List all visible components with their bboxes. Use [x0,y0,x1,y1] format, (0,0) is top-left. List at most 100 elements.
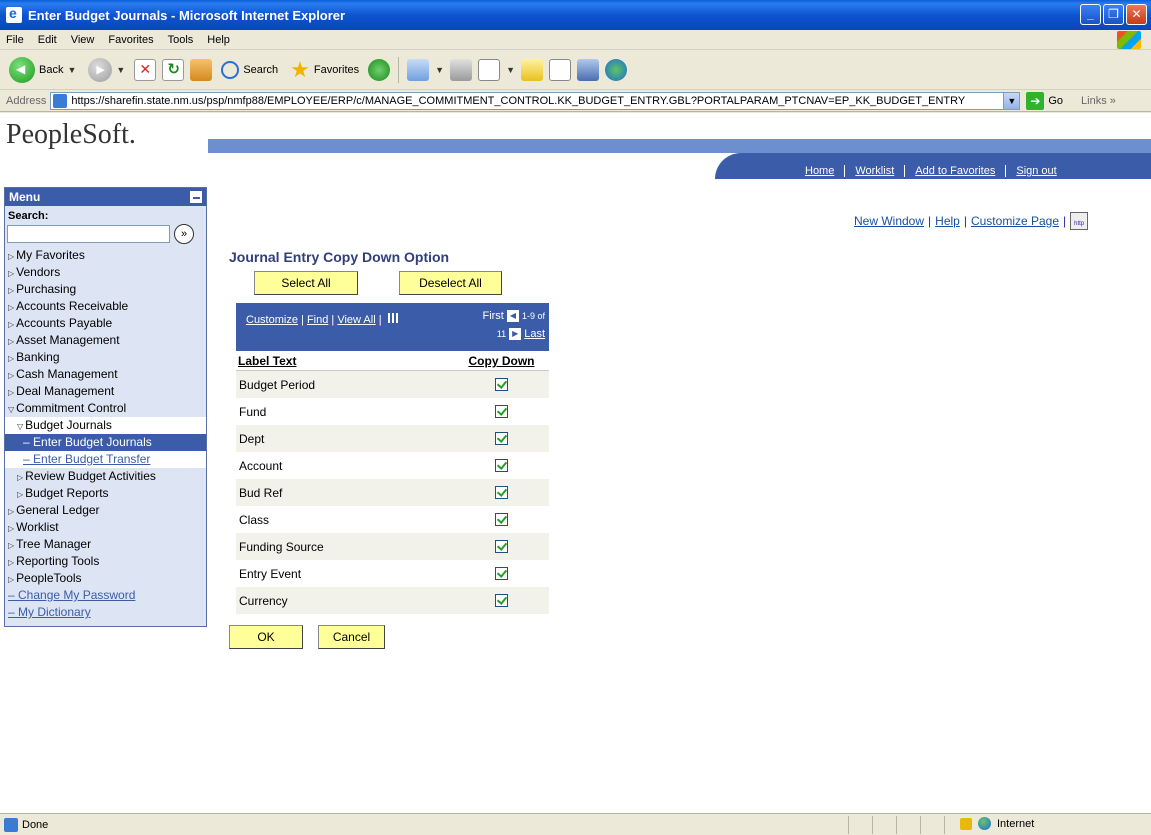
menu-tools[interactable]: Tools [168,34,194,46]
document-icon[interactable] [549,58,571,81]
chevron-down-icon[interactable]: ▼ [435,65,444,75]
search-button[interactable]: Search [218,59,281,81]
sidebar-item-budget-journals[interactable]: ▽ Budget Journals [5,417,206,434]
sidebar-item-peopletools[interactable]: ▷ PeopleTools [5,570,206,587]
sidebar-item-budget-reports[interactable]: ▷ Budget Reports [5,485,206,502]
copy-down-checkbox[interactable] [495,594,508,607]
copy-down-checkbox[interactable] [495,567,508,580]
copy-down-checkbox[interactable] [495,432,508,445]
history-icon[interactable] [368,58,391,81]
nav-sign-out[interactable]: Sign out [1005,165,1066,177]
mail-icon[interactable] [407,58,430,81]
menu-edit[interactable]: Edit [38,34,57,46]
folder-icon[interactable] [521,58,543,81]
copy-down-checkbox[interactable] [495,405,508,418]
sidebar-item-label: Change My Password [18,588,136,602]
sidebar-item-asset-management[interactable]: ▷ Asset Management [5,332,206,349]
menu-file[interactable]: File [6,34,24,46]
next-arrow-icon[interactable]: ▶ [509,328,522,341]
refresh-icon[interactable] [162,58,185,81]
status-divider [872,816,873,834]
minimize-button[interactable]: _ [1080,4,1101,25]
address-url: https://sharefin.state.nm.us/psp/nmfp88/… [71,94,966,107]
sidebar-item-cash-management[interactable]: ▷ Cash Management [5,366,206,383]
deselect-all-button[interactable]: Deselect All [399,271,502,295]
nav-home[interactable]: Home [795,165,844,177]
chevron-down-icon[interactable]: ▼ [506,65,515,75]
grid-view-all-link[interactable]: View All [337,314,375,326]
sidebar-item-label: Tree Manager [16,537,92,551]
page-links: New Window | Help | Customize Page | htt… [854,212,1089,230]
sidebar-item-label: Budget Journals [25,418,112,432]
sidebar-item-accounts-receivable[interactable]: ▷ Accounts Receivable [5,298,206,315]
col-copy-down[interactable]: Copy Down [454,354,549,368]
sidebar-item-reporting-tools[interactable]: ▷ Reporting Tools [5,553,206,570]
back-button[interactable]: Back ▼ [6,55,79,85]
http-icon[interactable]: http [1070,212,1089,230]
sidebar-item-commitment-control[interactable]: ▽ Commitment Control [5,400,206,417]
triangle-right-icon: ▷ [8,337,15,346]
previous-arrow-icon[interactable]: ◀ [506,310,519,323]
copy-down-checkbox[interactable] [495,486,508,499]
row-label: Budget Period [239,377,316,392]
stop-icon[interactable] [134,58,157,81]
chevron-down-icon[interactable]: ▼ [1003,92,1020,109]
sidebar-item-accounts-payable[interactable]: ▷ Accounts Payable [5,315,206,332]
nav-worklist[interactable]: Worklist [844,165,904,177]
triangle-down-icon: ▽ [8,405,15,414]
menu-favorites[interactable]: Favorites [108,34,153,46]
grid-find-link[interactable]: Find [307,314,328,326]
triangle-right-icon: ▷ [17,490,24,499]
favorites-button[interactable]: ★ Favorites [287,55,362,85]
word-icon[interactable] [478,58,501,81]
nav-add-to-favorites[interactable]: Add to Favorites [904,165,1005,177]
sidebar-item-enter-budget-transfer[interactable]: – Enter Budget Transfer [5,451,206,468]
sidebar-item-my-favorites[interactable]: ▷ My Favorites [5,247,206,264]
messenger-icon[interactable] [605,58,627,81]
customize-page-link[interactable]: Customize Page [971,214,1059,228]
go-button[interactable]: ➔ Go [1026,91,1063,110]
sidebar-item-tree-manager[interactable]: ▷ Tree Manager [5,536,206,553]
copy-down-checkbox[interactable] [495,513,508,526]
sidebar-item-vendors[interactable]: ▷ Vendors [5,264,206,281]
sidebar-item-worklist[interactable]: ▷ Worklist [5,519,206,536]
go-arrow-icon: ➔ [1026,91,1045,110]
maximize-button[interactable]: ❐ [1103,4,1124,25]
print-icon[interactable] [450,58,473,81]
close-button[interactable]: ✕ [1126,4,1147,25]
sidebar-item-my-dictionary[interactable]: – My Dictionary [5,604,206,621]
collapse-icon[interactable] [190,191,202,203]
sidebar-item-change-my-password[interactable]: – Change My Password [5,587,206,604]
research-icon[interactable] [577,58,599,81]
last-link[interactable]: Last [524,328,545,340]
cancel-button[interactable]: Cancel [318,625,385,649]
sidebar-item-purchasing[interactable]: ▷ Purchasing [5,281,206,298]
triangle-right-icon: ▷ [8,575,15,584]
home-icon[interactable] [190,58,213,81]
download-grid-icon[interactable] [387,313,400,323]
search-go-icon[interactable]: » [174,224,194,244]
copy-down-checkbox[interactable] [495,540,508,553]
select-all-button[interactable]: Select All [254,271,358,295]
sidebar-item-review-budget-activities[interactable]: ▷ Review Budget Activities [5,468,206,485]
menu-view[interactable]: View [71,34,95,46]
sidebar-item-banking[interactable]: ▷ Banking [5,349,206,366]
sidebar-item-enter-budget-journals[interactable]: – Enter Budget Journals [5,434,206,451]
col-label-text[interactable]: Label Text [236,354,454,368]
sidebar-item-label: Accounts Payable [16,316,113,330]
sidebar-item-general-ledger[interactable]: ▷ General Ledger [5,502,206,519]
forward-button[interactable]: ▼ [85,56,128,84]
links-button[interactable]: Links » [1081,95,1116,107]
toolbar-separator [398,56,400,83]
grid-customize-link[interactable]: Customize [246,314,298,326]
copy-down-checkbox[interactable] [495,378,508,391]
address-input[interactable]: https://sharefin.state.nm.us/psp/nmfp88/… [50,91,1021,110]
sidebar-item-deal-management[interactable]: ▷ Deal Management [5,383,206,400]
help-link[interactable]: Help [935,214,960,228]
new-window-link[interactable]: New Window [854,214,924,228]
triangle-right-icon: ▷ [8,320,15,329]
copy-down-checkbox[interactable] [495,459,508,472]
menu-search-input[interactable] [7,225,170,243]
ok-button[interactable]: OK [229,625,303,649]
menu-help[interactable]: Help [207,34,230,46]
